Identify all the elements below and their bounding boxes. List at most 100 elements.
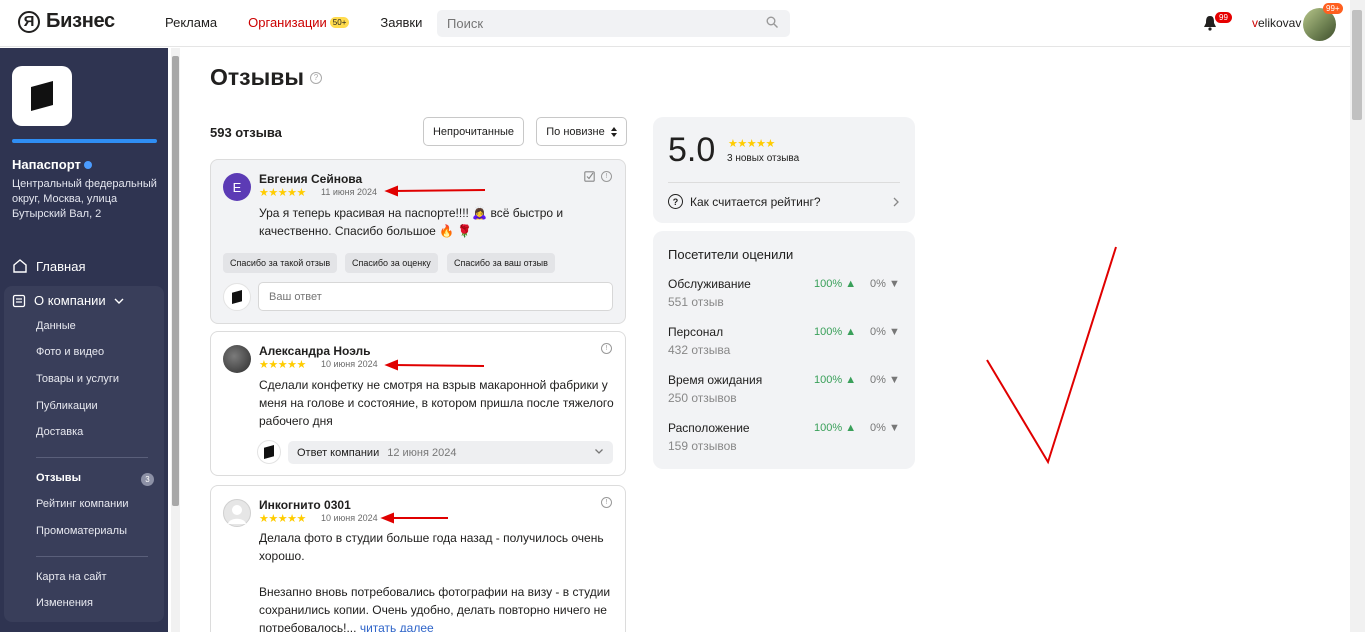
thumbs-up-icon: ▲ [845, 278, 857, 290]
sidebar-item-promo[interactable]: Промоматериалы [36, 525, 127, 537]
quick-reply-chip[interactable]: Спасибо за оценку [345, 253, 438, 273]
reviewer-name[interactable]: Инкогнито 0301 [259, 498, 351, 512]
reviewer-avatar: Е [223, 173, 251, 201]
criterion-positive: 100% ▲ [814, 326, 856, 338]
review-text-line: меня на голове и состояние, в котором пр… [259, 396, 614, 410]
review-card: Инкогнито 0301 ★★★★★ 10 июня 2024 ! Дела… [210, 485, 626, 632]
company-reply-label: Ответ компании [297, 446, 380, 459]
nav-requests-label: Заявки [380, 15, 423, 30]
thumbs-down-icon: ▼ [888, 278, 900, 290]
thumbs-up-icon: ▲ [845, 374, 857, 386]
annotation-checkmark [986, 246, 1117, 465]
sort-select[interactable]: По новизне [536, 117, 627, 146]
criterion-count: 551 отзыв [668, 295, 724, 309]
review-text-line: хорошо. [259, 549, 305, 563]
notifications-badge: 99 [1215, 12, 1232, 23]
username[interactable]: velikovav [1252, 16, 1301, 30]
review-text-line: Внезапно вновь потребовались фотографии … [259, 585, 611, 599]
reviewer-name[interactable]: Александра Ноэль [259, 344, 371, 358]
search-input[interactable] [437, 10, 790, 37]
info-icon[interactable]: ! [601, 497, 612, 508]
sidebar-item-photo-video[interactable]: Фото и видео [36, 346, 104, 358]
about-company-group: О компании Данные Фото и видео Товары и … [4, 286, 164, 622]
quick-reply-chip[interactable]: Спасибо за такой отзыв [223, 253, 338, 273]
profile-progress-bar [12, 139, 157, 143]
about-company-toggle[interactable]: О компании [12, 293, 124, 308]
org-name-label: Напаспорт [12, 157, 81, 172]
sort-select-label: По новизне [546, 125, 605, 138]
sort-arrows-icon [610, 126, 617, 137]
company-reply-toggle[interactable]: Ответ компании 12 июня 2024 [288, 441, 613, 464]
org-logo[interactable] [12, 66, 72, 126]
divider [668, 182, 900, 183]
sidebar-item-publications[interactable]: Публикации [36, 400, 98, 412]
review-date: 10 июня 2024 [321, 359, 378, 369]
nav-ads[interactable]: Реклама [165, 15, 217, 30]
negative-value: 0% [870, 278, 886, 290]
info-icon[interactable]: ! [601, 171, 612, 182]
reviewer-avatar [223, 499, 251, 527]
page-title-label: Отзывы [210, 64, 305, 90]
verified-icon [83, 160, 92, 169]
criterion-negative: 0% ▼ [870, 374, 900, 386]
top-bar: Я Бизнес Реклама Организации 50+ Заявки … [0, 0, 1365, 47]
sidebar-item-home[interactable]: Главная [12, 258, 85, 274]
sidebar-item-changes[interactable]: Изменения [36, 597, 93, 609]
reviewer-name[interactable]: Евгения Сейнова [259, 172, 362, 186]
company-avatar [223, 283, 251, 311]
review-text-tail: потребовалось!... [259, 621, 357, 632]
about-company-label: О компании [34, 293, 106, 308]
search-icon[interactable] [766, 16, 778, 28]
reply-input[interactable] [258, 282, 613, 311]
anonymous-user-icon [228, 505, 246, 524]
negative-value: 0% [870, 326, 886, 338]
criterion-name: Время ожидания [668, 373, 763, 387]
sidebar-divider [36, 556, 148, 557]
sidebar-item-reviews[interactable]: Отзывы [36, 472, 81, 484]
review-text-line: Ура я теперь красивая на паспорте!!!! 🙇‍… [259, 206, 564, 220]
help-icon[interactable]: ? [310, 71, 323, 84]
chevron-down-icon [114, 298, 124, 304]
question-icon: ? [668, 194, 683, 209]
unread-filter-button[interactable]: Непрочитанные [423, 117, 524, 146]
reviews-count-badge: 3 [141, 473, 154, 486]
org-name[interactable]: Напаспорт [12, 157, 92, 172]
logo-text: Бизнес [46, 10, 115, 32]
thumbs-down-icon: ▼ [888, 326, 900, 338]
criterion-positive: 100% ▲ [814, 374, 856, 386]
info-icon[interactable]: ! [601, 343, 612, 354]
company-logo-icon [232, 290, 242, 304]
nav-requests[interactable]: Заявки [380, 15, 422, 30]
criterion-positive: 100% ▲ [814, 422, 856, 434]
sidebar-item-data[interactable]: Данные [36, 320, 76, 332]
mark-read-icon[interactable] [584, 171, 595, 182]
criterion-count: 250 отзывов [668, 391, 737, 405]
sidebar-scrollbar-thumb[interactable] [172, 56, 179, 506]
page-title: Отзывы ? [210, 64, 323, 91]
page-scrollbar-thumb[interactable] [1352, 10, 1362, 120]
criterion-count: 432 отзыва [668, 343, 731, 357]
sidebar-item-site-map[interactable]: Карта на сайт [36, 571, 107, 583]
review-date: 10 июня 2024 [321, 513, 378, 523]
negative-value: 0% [870, 422, 886, 434]
review-date: 11 июня 2024 [321, 187, 377, 197]
criterion-name: Обслуживание [668, 277, 751, 291]
sidebar: Напаспорт Центральный федеральный округ,… [0, 48, 168, 632]
rating-stars: ★★★★★ [728, 138, 775, 150]
sidebar-item-delivery[interactable]: Доставка [36, 426, 83, 438]
sidebar-item-company-rating[interactable]: Рейтинг компании [36, 498, 129, 510]
review-card: Александра Ноэль ★★★★★ 10 июня 2024 ! Сд… [210, 331, 626, 476]
review-text-line: сохранились копии. Очень удобно, делать … [259, 603, 607, 617]
rating-value: 5.0 [668, 131, 716, 169]
reviews-count: 593 отзыва [210, 125, 282, 140]
sidebar-item-goods-services[interactable]: Товары и услуги [36, 373, 119, 385]
how-rating-calculated-link[interactable]: ? Как считается рейтинг? [668, 194, 821, 209]
read-more-link[interactable]: читать далее [360, 621, 434, 632]
quick-reply-chip[interactable]: Спасибо за ваш отзыв [447, 253, 555, 273]
yandex-business-logo[interactable]: Я Бизнес [18, 10, 115, 33]
nav-organizations[interactable]: Организации 50+ [248, 15, 350, 30]
criterion-name: Персонал [668, 325, 724, 339]
document-icon [12, 294, 26, 307]
company-avatar [257, 440, 281, 464]
chevron-right-icon [893, 197, 899, 207]
